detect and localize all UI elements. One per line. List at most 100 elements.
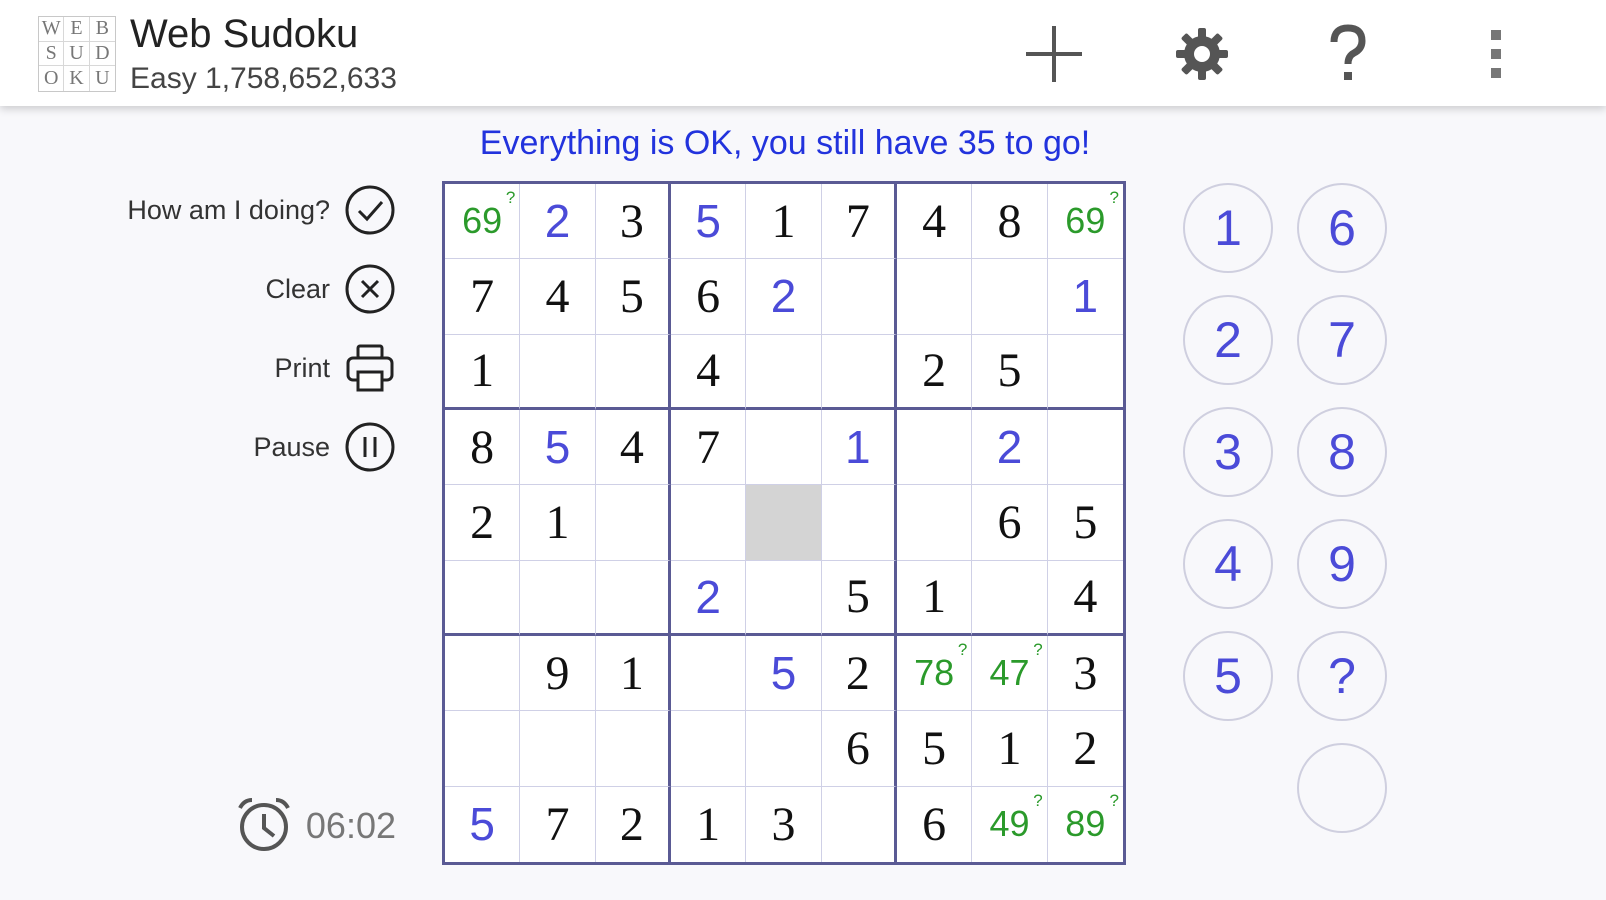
sudoku-cell[interactable]: 89? <box>1048 787 1123 862</box>
sudoku-cell[interactable]: 2 <box>897 334 973 410</box>
sudoku-cell[interactable] <box>972 259 1048 335</box>
new-game-button[interactable] <box>1018 18 1090 90</box>
pad-button-7[interactable]: 7 <box>1297 295 1387 385</box>
sudoku-cell[interactable]: 69? <box>1047 184 1123 260</box>
sudoku-cell[interactable] <box>671 636 747 712</box>
help-button[interactable] <box>1312 18 1384 90</box>
sudoku-cell[interactable]: 7 <box>445 259 521 335</box>
sudoku-cell[interactable]: 1 <box>821 410 897 486</box>
sudoku-cell[interactable]: 1 <box>1047 259 1123 335</box>
sudoku-cell[interactable]: 2 <box>821 636 897 712</box>
sudoku-cell[interactable]: 5 <box>1047 485 1123 561</box>
sudoku-cell[interactable] <box>821 259 897 335</box>
sudoku-cell[interactable]: 7 <box>671 410 747 486</box>
sudoku-cell[interactable]: 6 <box>671 259 747 335</box>
sudoku-cell[interactable]: 69? <box>445 184 521 260</box>
sudoku-cell[interactable]: 1 <box>520 485 596 561</box>
sudoku-cell[interactable]: 1 <box>897 560 973 636</box>
sudoku-cell[interactable] <box>821 334 897 410</box>
sudoku-cell[interactable]: 6 <box>897 786 973 862</box>
sudoku-cell[interactable]: 2 <box>671 560 747 636</box>
sudoku-cell[interactable] <box>445 636 521 712</box>
sudoku-cell[interactable]: 4 <box>1047 561 1123 636</box>
sudoku-cell[interactable]: 6 <box>972 485 1048 561</box>
sudoku-cell[interactable] <box>595 560 671 636</box>
sudoku-cell[interactable] <box>746 711 822 787</box>
pad-button-5[interactable]: 5 <box>1183 631 1273 721</box>
sudoku-cell[interactable]: 4 <box>897 184 973 260</box>
print-button[interactable]: Print <box>274 341 396 395</box>
sudoku-cell[interactable] <box>1047 335 1123 410</box>
sudoku-cell[interactable]: 3 <box>595 184 671 260</box>
pad-button-3[interactable]: 3 <box>1183 407 1273 497</box>
sudoku-cell[interactable]: 2 <box>520 184 596 260</box>
sudoku-cell[interactable]: 7 <box>520 786 596 862</box>
sudoku-cell[interactable]: 5 <box>445 786 521 862</box>
pad-button-4[interactable]: 4 <box>1183 519 1273 609</box>
sudoku-cell[interactable]: 2 <box>972 410 1048 486</box>
sudoku-cell[interactable] <box>822 786 897 862</box>
overflow-menu-button[interactable] <box>1460 18 1532 90</box>
sudoku-cell[interactable] <box>746 410 822 486</box>
sudoku-cell[interactable] <box>1047 410 1123 486</box>
sudoku-cell[interactable] <box>671 711 747 787</box>
pad-button-note[interactable]: ? <box>1297 631 1387 721</box>
sudoku-cell[interactable] <box>595 334 671 410</box>
sudoku-cell[interactable]: 1 <box>972 711 1048 787</box>
pad-button-1[interactable]: 1 <box>1183 183 1273 273</box>
sudoku-cell[interactable]: 1 <box>445 334 521 410</box>
sudoku-cell[interactable]: 1 <box>746 184 822 260</box>
pause-button[interactable]: Pause <box>253 420 396 474</box>
sudoku-cell[interactable]: 7 <box>821 184 897 260</box>
sudoku-cell[interactable]: 2 <box>1047 711 1123 787</box>
sudoku-cell[interactable]: 49? <box>972 786 1048 862</box>
sudoku-cell[interactable] <box>445 711 521 787</box>
sudoku-cell[interactable]: 5 <box>821 560 897 636</box>
how-am-i-doing-button[interactable]: How am I doing? <box>127 183 396 237</box>
sudoku-cell[interactable] <box>746 560 822 636</box>
sudoku-cell[interactable] <box>821 485 897 561</box>
sudoku-cell[interactable]: 3 <box>746 786 822 862</box>
sudoku-cell[interactable]: 8 <box>445 410 521 486</box>
sudoku-cell[interactable]: 3 <box>1047 636 1123 712</box>
sudoku-cell[interactable] <box>445 560 521 636</box>
sudoku-cell[interactable]: 5 <box>972 334 1048 410</box>
sudoku-cell[interactable] <box>897 259 973 335</box>
sudoku-cell[interactable]: 5 <box>520 410 596 486</box>
sudoku-cell[interactable] <box>746 334 822 410</box>
sudoku-cell[interactable] <box>897 410 973 486</box>
clear-button[interactable]: Clear <box>265 262 396 316</box>
sudoku-cell[interactable]: 5 <box>897 711 973 787</box>
sudoku-cell[interactable]: 2 <box>746 259 822 335</box>
sudoku-cell[interactable]: 78? <box>897 636 973 712</box>
sudoku-cell[interactable] <box>595 711 671 787</box>
selected-cell[interactable] <box>746 485 822 561</box>
sudoku-cell[interactable]: 4 <box>671 334 747 410</box>
sudoku-cell[interactable] <box>897 485 973 561</box>
sudoku-cell[interactable]: 4 <box>595 410 671 486</box>
sudoku-cell[interactable]: 2 <box>596 786 671 862</box>
sudoku-cell[interactable]: 6 <box>821 711 897 787</box>
pad-button-blank[interactable] <box>1297 743 1387 833</box>
sudoku-cell[interactable]: 47? <box>972 636 1048 712</box>
pad-button-6[interactable]: 6 <box>1297 183 1387 273</box>
sudoku-cell[interactable]: 1 <box>671 786 747 862</box>
sudoku-cell[interactable]: 5 <box>746 636 822 712</box>
pad-button-9[interactable]: 9 <box>1297 519 1387 609</box>
pad-button-8[interactable]: 8 <box>1297 407 1387 497</box>
settings-button[interactable] <box>1166 18 1238 90</box>
sudoku-cell[interactable]: 5 <box>595 259 671 335</box>
sudoku-cell[interactable] <box>520 560 596 636</box>
sudoku-cell[interactable] <box>595 485 671 561</box>
sudoku-cell[interactable]: 4 <box>520 259 596 335</box>
sudoku-cell[interactable]: 5 <box>671 184 747 260</box>
sudoku-cell[interactable]: 2 <box>445 485 521 561</box>
sudoku-cell[interactable] <box>972 560 1048 636</box>
sudoku-cell[interactable] <box>520 334 596 410</box>
sudoku-cell[interactable]: 9 <box>520 636 596 712</box>
sudoku-cell[interactable]: 8 <box>972 184 1048 260</box>
sudoku-cell[interactable]: 1 <box>595 636 671 712</box>
pad-button-2[interactable]: 2 <box>1183 295 1273 385</box>
sudoku-cell[interactable] <box>671 485 747 561</box>
sudoku-cell[interactable] <box>520 711 596 787</box>
